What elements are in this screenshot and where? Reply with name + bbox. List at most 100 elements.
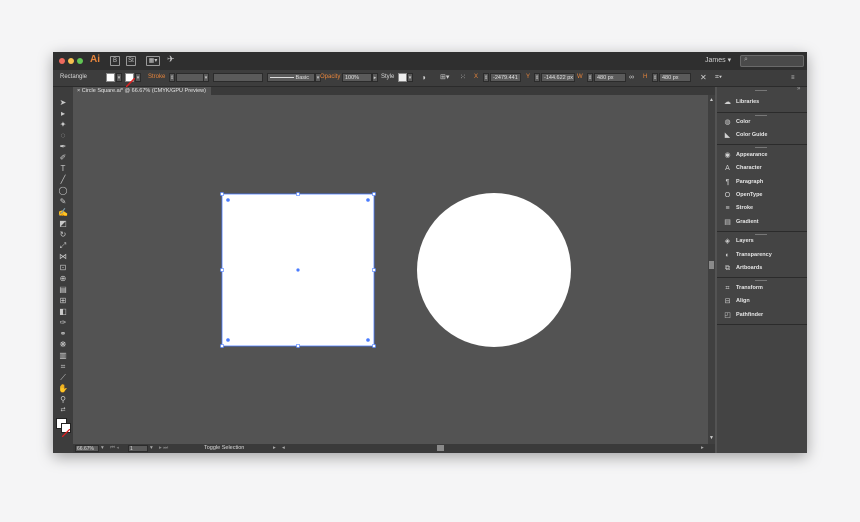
scroll-down-icon[interactable]: ▼: [709, 435, 714, 441]
brush-definition-field[interactable]: Basic: [267, 73, 315, 82]
fill-swatch[interactable]: [106, 73, 115, 82]
ellipse-tool-icon[interactable]: ◯: [57, 185, 69, 196]
reference-point-icon[interactable]: ⁙: [460, 73, 466, 83]
zoom-field[interactable]: 66.67%: [75, 445, 99, 452]
zoom-window-button[interactable]: [77, 58, 83, 64]
pen-tool-icon[interactable]: ✒: [57, 141, 69, 152]
scroll-up-icon[interactable]: ▲: [709, 97, 714, 103]
line-tool-icon[interactable]: ╱: [57, 174, 69, 185]
user-menu[interactable]: James ▾: [705, 56, 731, 64]
close-window-button[interactable]: [59, 58, 65, 64]
stock-icon[interactable]: St: [126, 56, 136, 66]
eyedropper-tool-icon[interactable]: ✑: [57, 317, 69, 328]
scroll-left-icon[interactable]: ◂: [282, 445, 285, 452]
artboard-tool-icon[interactable]: ⌗: [57, 361, 69, 372]
lasso-tool-icon[interactable]: ◌: [57, 130, 69, 141]
panel-align[interactable]: ⊟ Align: [721, 295, 807, 308]
scale-tool-icon[interactable]: ⤢: [57, 240, 69, 251]
stroke-weight-stepper[interactable]: ⇕: [169, 73, 175, 82]
style-dropdown[interactable]: ▾: [407, 73, 413, 82]
zoom-tool-icon[interactable]: ⚲: [57, 394, 69, 405]
panel-transform[interactable]: ⌗ Transform: [721, 282, 807, 295]
transform-icon[interactable]: ✕: [700, 73, 707, 83]
free-transform-tool-icon[interactable]: ⊡: [57, 262, 69, 273]
panel-libraries[interactable]: ☁ Libraries: [721, 96, 807, 109]
document-tab[interactable]: × Circle Square.ai* @ 66.67% (CMYK/GPU P…: [73, 87, 211, 95]
mesh-tool-icon[interactable]: ⊞: [57, 295, 69, 306]
direct-selection-tool-icon[interactable]: ▸: [57, 108, 69, 119]
stroke-weight-dropdown[interactable]: ▾: [203, 73, 209, 82]
gpu-performance-icon[interactable]: ✈: [167, 54, 175, 65]
symbol-sprayer-tool-icon[interactable]: ❋: [57, 339, 69, 350]
isolate-icon[interactable]: ⌗▾: [715, 73, 722, 83]
first-artboard-icon[interactable]: ⏮ ◂: [110, 445, 119, 452]
blend-tool-icon[interactable]: ⚭: [57, 328, 69, 339]
rotate-tool-icon[interactable]: ↻: [57, 229, 69, 240]
panel-character[interactable]: A Character: [721, 162, 807, 175]
fill-dropdown[interactable]: ▾: [116, 73, 122, 82]
panel-transparency[interactable]: ◐ Transparency: [721, 249, 807, 262]
x-stepper[interactable]: ⇕: [483, 73, 489, 82]
circle-shape[interactable]: [417, 193, 571, 347]
next-artboard-icon[interactable]: ▸ ⏭: [159, 445, 168, 452]
w-field[interactable]: 480 px: [594, 73, 626, 82]
gradient-tool-icon[interactable]: ◧: [57, 306, 69, 317]
panel-color-guide[interactable]: ◣ Color Guide: [721, 129, 807, 142]
arrange-documents-icon[interactable]: ▦▾: [146, 56, 160, 66]
type-tool-icon[interactable]: T: [57, 163, 69, 174]
panel-opentype[interactable]: O OpenType: [721, 189, 807, 202]
w-stepper[interactable]: ⇕: [587, 73, 593, 82]
minimize-window-button[interactable]: [68, 58, 74, 64]
panel-gradient[interactable]: ▤ Gradient: [721, 216, 807, 229]
y-field[interactable]: -144.622 px: [541, 73, 575, 82]
blob-brush-tool-icon[interactable]: ✍: [57, 207, 69, 218]
stroke-color-indicator[interactable]: [61, 423, 71, 438]
panel-appearance[interactable]: ◉ Appearance: [721, 149, 807, 162]
stroke-swatch[interactable]: [125, 73, 136, 88]
selection-tool-icon[interactable]: ➤: [57, 97, 69, 108]
panel-artboards[interactable]: ⧉ Artboards: [721, 262, 807, 275]
stroke-weight-field[interactable]: [176, 73, 204, 82]
y-stepper[interactable]: ⇕: [534, 73, 540, 82]
shape-builder-tool-icon[interactable]: ⊕: [57, 273, 69, 284]
vertical-scrollbar[interactable]: ▲ ▼: [708, 95, 715, 444]
swap-fill-stroke-icon[interactable]: ⇄: [57, 405, 69, 416]
opacity-field[interactable]: 100%: [342, 73, 372, 82]
panel-paragraph[interactable]: ¶ Paragraph: [721, 176, 807, 189]
zoom-dropdown-icon[interactable]: ▾: [101, 445, 104, 452]
panel-layers[interactable]: ◈ Layers: [721, 235, 807, 248]
x-field[interactable]: -2479.441: [490, 73, 521, 82]
stroke-label[interactable]: Stroke: [148, 74, 165, 80]
opacity-arrow[interactable]: ▸: [372, 73, 378, 82]
panel-pathfinder[interactable]: ◰ Pathfinder: [721, 309, 807, 322]
width-tool-icon[interactable]: ⋈: [57, 251, 69, 262]
panel-stroke[interactable]: ≡ Stroke: [721, 202, 807, 215]
artboard-canvas[interactable]: [73, 95, 708, 444]
collapse-panels-icon[interactable]: »: [797, 86, 800, 92]
recolor-artwork-icon[interactable]: ◑: [421, 73, 426, 83]
paintbrush-tool-icon[interactable]: ✎: [57, 196, 69, 207]
constrain-proportions-icon[interactable]: ∞: [629, 73, 634, 83]
slice-tool-icon[interactable]: ⟋: [57, 372, 69, 383]
search-input[interactable]: ⌕: [740, 55, 804, 67]
opacity-label[interactable]: Opacity: [320, 74, 340, 80]
horizontal-scroll-thumb[interactable]: [437, 445, 444, 451]
stroke-dropdown[interactable]: ▾: [135, 73, 141, 82]
h-stepper[interactable]: ⇕: [652, 73, 658, 82]
curvature-tool-icon[interactable]: ✐: [57, 152, 69, 163]
perspective-grid-tool-icon[interactable]: ▤: [57, 284, 69, 295]
panel-menu-icon[interactable]: ≡: [791, 73, 795, 83]
h-field[interactable]: 480 px: [659, 73, 691, 82]
bridge-icon[interactable]: B: [110, 56, 120, 66]
graphic-style-swatch[interactable]: [398, 73, 407, 82]
eraser-tool-icon[interactable]: ◩: [57, 218, 69, 229]
vertical-scroll-thumb[interactable]: [709, 261, 714, 269]
variable-width-profile[interactable]: [213, 73, 263, 82]
close-tab-icon[interactable]: ×: [77, 88, 80, 94]
column-graph-tool-icon[interactable]: ▥: [57, 350, 69, 361]
scroll-right-icon[interactable]: ▸: [701, 445, 704, 452]
align-options-icon[interactable]: ⊞▾: [440, 73, 449, 83]
artboard-dropdown-icon[interactable]: ▾: [150, 445, 153, 452]
hand-tool-icon[interactable]: ✋: [57, 383, 69, 394]
magic-wand-tool-icon[interactable]: ✦: [57, 119, 69, 130]
